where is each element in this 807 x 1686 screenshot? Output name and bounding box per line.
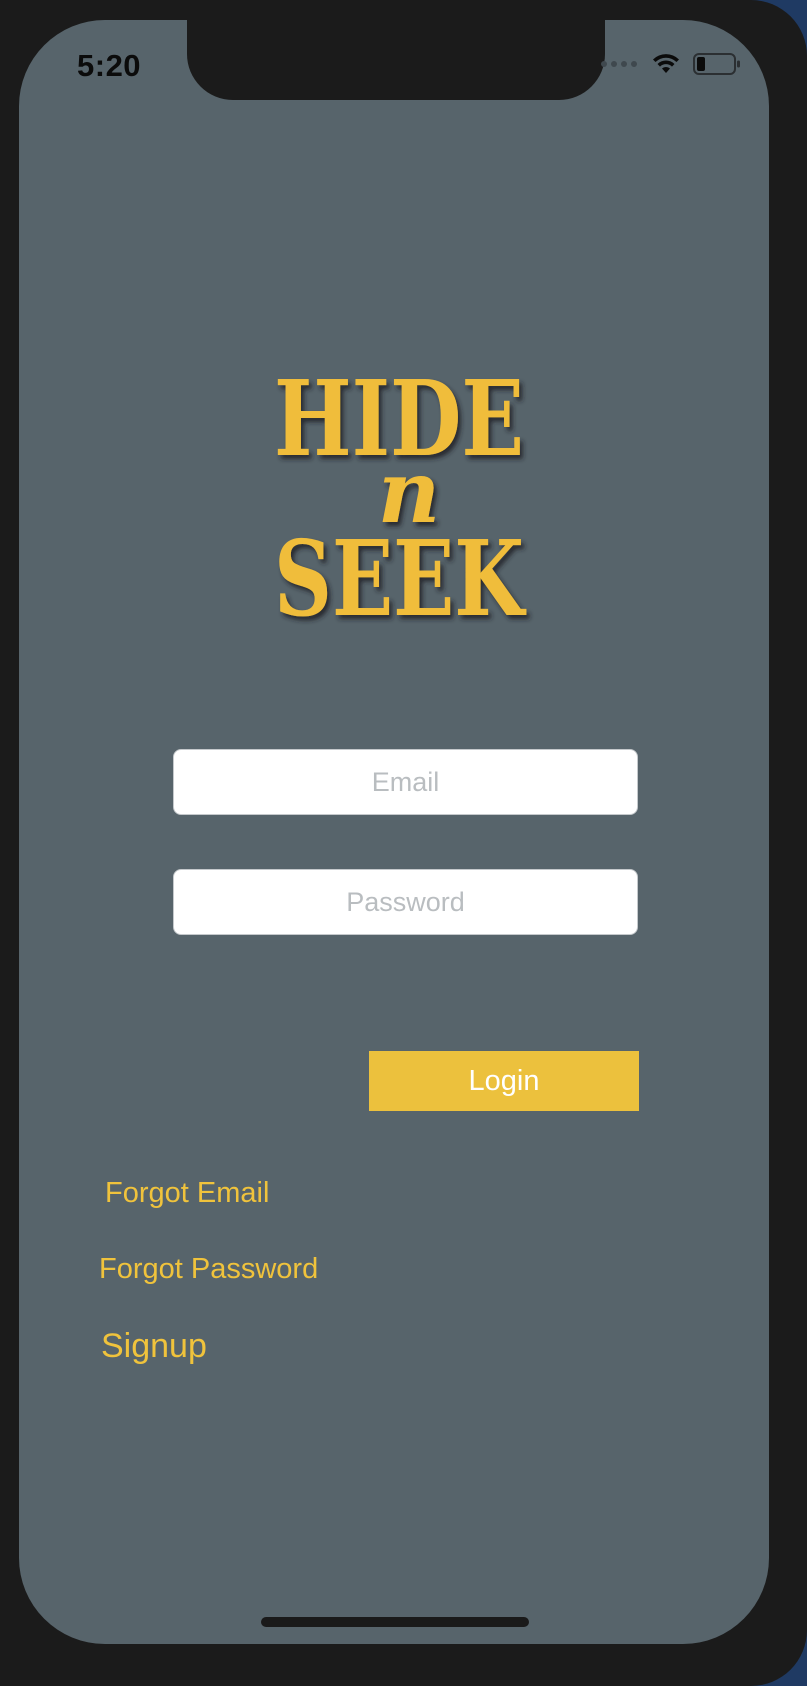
logo-text-seek: SEEK: [274, 517, 527, 640]
app-screen: 5:20 HIDE n SEEK Email Login Forgot Emai…: [19, 20, 769, 1644]
password-field-container: [173, 869, 638, 935]
wifi-icon: [653, 54, 679, 73]
device-frame: 5:20 HIDE n SEEK Email Login Forgot Emai…: [0, 0, 807, 1686]
forgot-password-link[interactable]: Forgot Password: [99, 1253, 318, 1286]
email-field-container: [173, 749, 638, 815]
status-time: 5:20: [77, 48, 142, 83]
password-input[interactable]: [174, 870, 637, 934]
status-icons: [601, 52, 741, 76]
signup-link[interactable]: Signup: [101, 1327, 207, 1366]
cellular-signal-icon: [601, 61, 637, 67]
login-button[interactable]: Login: [369, 1051, 639, 1111]
forgot-email-link[interactable]: Forgot Email: [105, 1177, 269, 1210]
email-input[interactable]: [174, 750, 637, 814]
hide-n-seek-logo: HIDE n SEEK: [274, 357, 527, 640]
battery-icon: [693, 53, 740, 75]
device-notch: [187, 20, 605, 100]
home-indicator[interactable]: [261, 1617, 529, 1627]
